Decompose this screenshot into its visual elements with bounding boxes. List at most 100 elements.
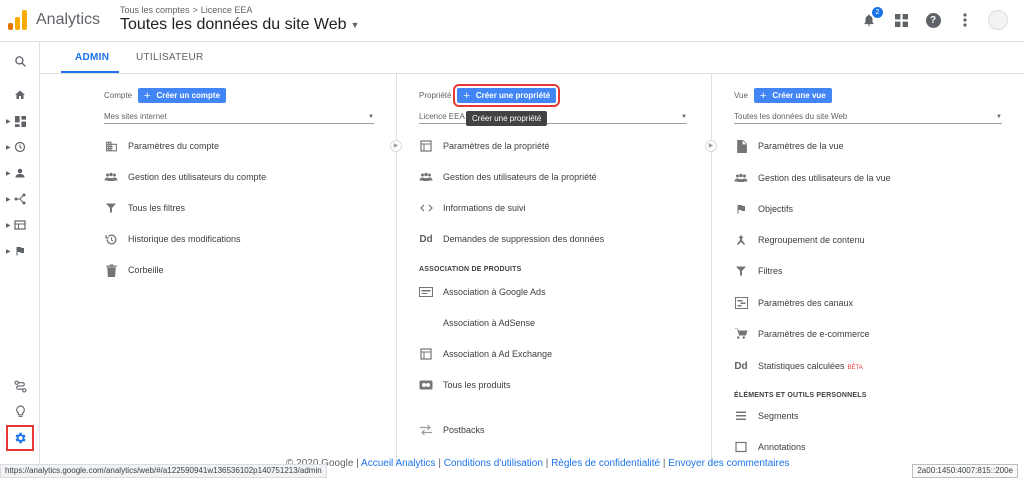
more-options-button[interactable]: [956, 11, 974, 29]
menu-item-label: Paramètres du compte: [128, 141, 220, 151]
ad-exchange-linking-link[interactable]: Association à Ad Exchange: [419, 346, 552, 362]
expand-arrow-icon: ▶: [6, 222, 11, 229]
collapse-column-button[interactable]: ▶: [705, 140, 717, 152]
dropdown-arrow-icon: ▼: [996, 113, 1002, 120]
tab-admin[interactable]: ADMIN: [75, 52, 109, 63]
account-avatar[interactable]: [988, 10, 1008, 30]
search-icon: [14, 55, 26, 67]
more-vert-icon: [963, 13, 967, 27]
account-user-management-link[interactable]: Gestion des utilisateurs du compte: [104, 169, 266, 185]
nav-conversions[interactable]: ▶: [0, 238, 40, 264]
footer-separator: |: [545, 458, 549, 469]
tab-user[interactable]: UTILISATEUR: [136, 52, 204, 63]
notification-count-badge: 2: [872, 7, 883, 18]
footer-link-privacy[interactable]: Règles de confidentialité: [551, 458, 660, 469]
browser-status-url: https://analytics.google.com/analytics/w…: [0, 464, 327, 478]
calculated-metrics-icon: Dd: [734, 360, 748, 372]
adsense-icon: [419, 316, 433, 330]
property-settings-link[interactable]: Paramètres de la propriété: [419, 138, 550, 154]
nav-discover[interactable]: [0, 398, 40, 424]
gear-icon: [15, 432, 26, 444]
dashboard-icon: [14, 115, 26, 127]
history-icon: [104, 232, 118, 246]
nav-behavior[interactable]: ▶: [0, 212, 40, 238]
help-button[interactable]: ?: [924, 11, 942, 29]
acquisition-icon: [14, 193, 26, 205]
notifications-button[interactable]: 2: [860, 7, 883, 29]
view-selector[interactable]: Toutes les données du site Web ▼: [120, 16, 359, 34]
analytics-logo-icon[interactable]: [8, 10, 28, 30]
nav-customization[interactable]: ▶: [0, 108, 40, 134]
change-history-link[interactable]: Historique des modifications: [104, 231, 241, 247]
view-select[interactable]: Toutes les données du site Web ▼: [734, 110, 1002, 124]
filter-icon: [734, 264, 748, 278]
view-title: Toutes les données du site Web: [120, 16, 347, 33]
menu-item-label: Segments: [758, 411, 799, 421]
account-select-value: Mes sites internet: [104, 112, 167, 121]
content-grouping-link[interactable]: Regroupement de contenu: [734, 232, 865, 248]
tracking-info-link[interactable]: Informations de suivi: [419, 200, 526, 216]
segments-link[interactable]: Segments: [734, 408, 799, 424]
footer-link-feedback[interactable]: Envoyer des commentaires: [668, 458, 789, 469]
menu-item-label: Paramètres de la vue: [758, 141, 844, 151]
create-property-button[interactable]: + Créer une propriété: [453, 84, 561, 107]
property-user-management-link[interactable]: Gestion des utilisateurs de la propriété: [419, 169, 597, 185]
admin-settings-button[interactable]: [6, 425, 34, 451]
data-deletion-requests-link[interactable]: Dd Demandes de suppression des données: [419, 231, 604, 247]
property-select[interactable]: Licence EEA ▼: [419, 110, 687, 124]
postbacks-link[interactable]: Postbacks: [419, 422, 485, 438]
create-view-button[interactable]: + Créer une vue: [753, 88, 832, 103]
nav-acquisition[interactable]: ▶: [0, 186, 40, 212]
annotations-link[interactable]: Annotations: [734, 439, 806, 455]
account-column: Compte + Créer un compte Mes sites intern…: [104, 74, 374, 464]
app-name: Analytics: [36, 11, 101, 28]
account-label: Compte: [104, 91, 133, 100]
google-ads-linking-link[interactable]: Association à Google Ads: [419, 284, 546, 300]
breadcrumb-separator: >: [192, 5, 198, 15]
ip-address-indicator: 2a00:1450:4007:815::200e: [912, 464, 1018, 478]
collapse-column-button[interactable]: ▶: [390, 140, 402, 152]
channel-settings-link[interactable]: Paramètres des canaux: [734, 295, 853, 311]
filters-link[interactable]: Filtres: [734, 263, 783, 279]
nav-audience[interactable]: ▶: [0, 160, 40, 186]
menu-item-label: Paramètres de la propriété: [443, 141, 550, 151]
beta-badge: BÊTA: [847, 365, 863, 371]
menu-item-label: Historique des modifications: [128, 234, 241, 244]
property-select-value: Licence EEA: [419, 112, 465, 121]
nav-realtime[interactable]: ▶: [0, 134, 40, 160]
merge-icon: [734, 233, 748, 247]
create-property-tooltip: Créer une propriété: [466, 111, 548, 126]
menu-item-label: Regroupement de contenu: [758, 235, 865, 245]
all-filters-link[interactable]: Tous les filtres: [104, 200, 185, 216]
plus-icon: +: [144, 89, 151, 102]
breadcrumb-account[interactable]: Tous les comptes: [120, 5, 190, 15]
property-label: Propriété: [419, 91, 452, 100]
calculated-metrics-link[interactable]: Dd Statistiques calculées BÊTA: [734, 358, 863, 374]
ecommerce-settings-link[interactable]: Paramètres de e-commerce: [734, 326, 870, 342]
breadcrumb[interactable]: Tous les comptes > Licence EEA: [120, 5, 252, 15]
footer-link-analytics-home[interactable]: Accueil Analytics: [361, 458, 435, 469]
expand-arrow-icon: ▶: [6, 170, 11, 177]
adsense-linking-link[interactable]: Association à AdSense: [419, 315, 535, 331]
ad-exchange-icon: [419, 347, 433, 361]
create-view-label: Créer une vue: [772, 91, 826, 100]
trash-link[interactable]: Corbeille: [104, 262, 164, 278]
menu-item-label: Filtres: [758, 266, 783, 276]
all-products-link[interactable]: Tous les produits: [419, 377, 511, 393]
breadcrumb-property[interactable]: Licence EEA: [201, 5, 253, 15]
apps-button[interactable]: [892, 11, 910, 29]
nav-home[interactable]: [0, 82, 40, 108]
view-settings-link[interactable]: Paramètres de la vue: [734, 138, 844, 154]
account-settings-link[interactable]: Paramètres du compte: [104, 138, 219, 154]
footer-link-terms[interactable]: Conditions d'utilisation: [444, 458, 543, 469]
account-select[interactable]: Mes sites internet ▼: [104, 110, 374, 124]
nav-search[interactable]: [0, 48, 40, 74]
segments-icon: [734, 409, 748, 423]
goals-link[interactable]: Objectifs: [734, 201, 793, 217]
create-account-button[interactable]: + Créer un compte: [138, 88, 227, 103]
people-icon: [734, 171, 748, 185]
plus-icon: +: [759, 89, 767, 102]
nav-attribution[interactable]: [0, 373, 40, 399]
menu-item-label: Informations de suivi: [443, 203, 526, 213]
view-user-management-link[interactable]: Gestion des utilisateurs de la vue: [734, 170, 891, 186]
